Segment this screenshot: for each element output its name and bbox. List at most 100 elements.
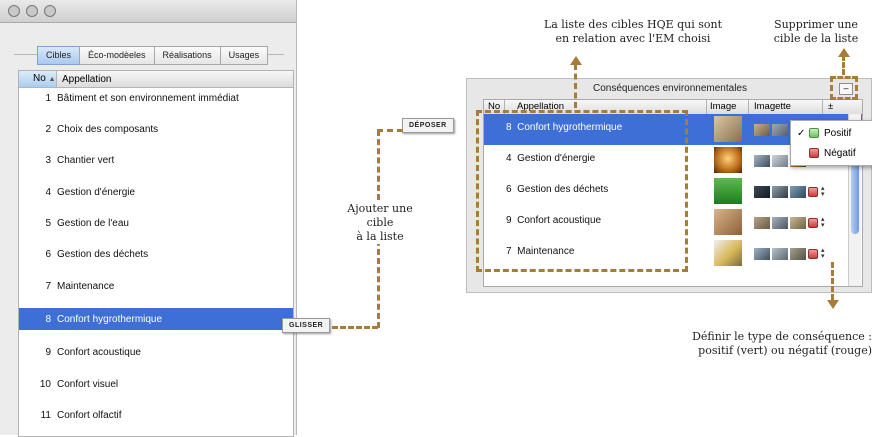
row-number: 6 bbox=[45, 248, 51, 260]
imagette-thumbnail bbox=[754, 186, 770, 198]
column-header-no[interactable]: No ▲ bbox=[19, 71, 57, 87]
column-header-sign[interactable]: ± bbox=[828, 101, 833, 112]
close-window-button[interactable] bbox=[8, 5, 20, 17]
imagette-thumbnail bbox=[772, 248, 788, 260]
table-row[interactable]: 2 Choix des composants bbox=[19, 118, 293, 140]
arrow-up-icon bbox=[570, 56, 582, 65]
row-label: Confort acoustique bbox=[57, 346, 141, 358]
annotation-arrow-line bbox=[842, 55, 845, 75]
sort-ascending-icon: ▲ bbox=[48, 76, 56, 83]
consequence-type-toggle[interactable] bbox=[808, 249, 818, 259]
annotation-add-target: Ajouter une cible à la liste bbox=[330, 202, 430, 244]
green-swatch-icon bbox=[809, 128, 819, 138]
table-row[interactable]: 7 Maintenance bbox=[19, 275, 293, 297]
arrow-down-icon bbox=[827, 300, 839, 309]
tab-eco-modeles[interactable]: Éco-modèeles bbox=[79, 46, 155, 65]
annotation-arrow-line bbox=[574, 64, 577, 108]
column-header-image[interactable]: Image bbox=[710, 101, 736, 112]
table-row[interactable]: 5 Gestion de l'eau bbox=[19, 212, 293, 234]
table-row[interactable]: 10 Confort visuel bbox=[19, 373, 293, 395]
consequence-type-toggle[interactable] bbox=[808, 218, 818, 228]
annotation-arrow-line bbox=[831, 262, 834, 300]
row-number: 11 bbox=[40, 409, 51, 421]
row-number: 5 bbox=[45, 217, 51, 229]
tab-usages[interactable]: Usages bbox=[219, 46, 269, 65]
column-header-imagette[interactable]: Imagette bbox=[754, 101, 791, 112]
stepper-icon[interactable]: ▴▾ bbox=[821, 247, 828, 260]
stepper-icon[interactable]: ▴▾ bbox=[821, 185, 828, 198]
row-number: 7 bbox=[45, 280, 51, 292]
image-thumbnail[interactable] bbox=[714, 116, 742, 142]
imagette-thumbnail bbox=[790, 248, 806, 260]
zoom-window-button[interactable] bbox=[44, 5, 56, 17]
drag-tag-deposer: DÉPOSER bbox=[402, 118, 454, 133]
targets-window: Cibles Éco-modèeles Réalisations Usages … bbox=[0, 0, 297, 437]
row-number: 4 bbox=[45, 186, 51, 198]
row-number: 9 bbox=[45, 346, 51, 358]
row-label: Maintenance bbox=[57, 280, 115, 292]
consequence-type-toggle[interactable] bbox=[808, 187, 818, 197]
stepper-icon[interactable]: ▴▾ bbox=[821, 216, 828, 229]
imagette-thumbnail bbox=[754, 124, 770, 136]
drag-path-line bbox=[377, 129, 403, 132]
targets-table: No ▲ Appellation 1 Bâtiment et son enviro… bbox=[18, 70, 294, 437]
image-thumbnail[interactable] bbox=[714, 178, 742, 204]
imagette-thumbnail bbox=[790, 217, 806, 229]
red-swatch-icon bbox=[809, 148, 819, 158]
imagette-thumbnail bbox=[772, 124, 788, 136]
table-row[interactable]: 6 Gestion des déchets bbox=[19, 243, 293, 265]
checkmark-icon: ✓ bbox=[797, 127, 806, 139]
image-thumbnail[interactable] bbox=[714, 147, 742, 173]
imagette-thumbnail bbox=[772, 155, 788, 167]
tab-cibles[interactable]: Cibles bbox=[37, 46, 81, 65]
row-number: 2 bbox=[45, 123, 51, 135]
row-number: 10 bbox=[39, 378, 51, 390]
row-label: Choix des composants bbox=[57, 123, 159, 135]
row-label: Gestion de l'eau bbox=[57, 217, 129, 229]
tab-realisations[interactable]: Réalisations bbox=[153, 46, 221, 65]
annotation-list-outline bbox=[476, 110, 688, 272]
row-label: Gestion des déchets bbox=[57, 248, 149, 260]
row-number: 8 bbox=[45, 313, 51, 325]
menu-item-label: Positif bbox=[824, 127, 852, 139]
image-thumbnail[interactable] bbox=[714, 209, 742, 235]
annotation-target-list: La liste des cibles HQE qui sont en rela… bbox=[543, 18, 723, 45]
table-row[interactable]: 1 Bâtiment et son environnement immédiat bbox=[19, 87, 293, 109]
imagette-thumbnail bbox=[754, 155, 770, 167]
row-label: Confort visuel bbox=[57, 378, 119, 390]
row-label: Bâtiment et son environnement immédiat bbox=[57, 92, 239, 104]
imagette-thumbnail bbox=[772, 186, 788, 198]
table-row-selected[interactable]: 8 Confort hygrothermique bbox=[19, 308, 293, 330]
row-number: 3 bbox=[45, 154, 51, 166]
imagette-thumbnail bbox=[772, 217, 788, 229]
row-label: Confort olfactif bbox=[57, 409, 122, 421]
table-row[interactable]: 11 Confort olfactif bbox=[19, 404, 293, 426]
row-label: Gestion d'énergie bbox=[57, 186, 136, 198]
row-label: Confort hygrothermique bbox=[57, 313, 163, 325]
image-thumbnail[interactable] bbox=[714, 240, 742, 266]
annotation-remove-outline bbox=[830, 76, 858, 100]
table-row[interactable]: 4 Gestion d'énergie bbox=[19, 181, 293, 203]
imagette-thumbnail bbox=[754, 217, 770, 229]
table-header: No ▲ Appellation bbox=[19, 71, 293, 88]
consequence-type-menu: ✓ Positif Négatif bbox=[790, 120, 872, 166]
annotation-define-type: Définir le type de conséquence : positif… bbox=[692, 330, 872, 357]
menu-item-positif[interactable]: ✓ Positif bbox=[797, 125, 851, 141]
tab-bar: Cibles Éco-modèeles Réalisations Usages bbox=[37, 46, 269, 65]
drag-tag-glisser: GLISSER bbox=[282, 318, 331, 333]
row-number: 1 bbox=[45, 92, 51, 104]
table-row[interactable]: 9 Confort acoustique bbox=[19, 341, 293, 363]
minimize-window-button[interactable] bbox=[26, 5, 38, 17]
menu-item-negatif[interactable]: Négatif bbox=[809, 145, 856, 161]
annotation-remove-target: Supprimer une cible de la liste bbox=[773, 18, 859, 45]
title-bar[interactable] bbox=[0, 0, 296, 23]
arrow-up-icon bbox=[838, 48, 850, 57]
imagette-thumbnail bbox=[754, 248, 770, 260]
menu-item-label: Négatif bbox=[824, 147, 856, 159]
column-header-appellation[interactable]: Appellation bbox=[57, 74, 111, 85]
drag-path-line bbox=[332, 326, 378, 329]
row-label: Chantier vert bbox=[57, 154, 115, 166]
imagette-thumbnail bbox=[790, 186, 806, 198]
table-row[interactable]: 3 Chantier vert bbox=[19, 149, 293, 171]
window-title: Conséquences environnementales bbox=[593, 83, 747, 94]
